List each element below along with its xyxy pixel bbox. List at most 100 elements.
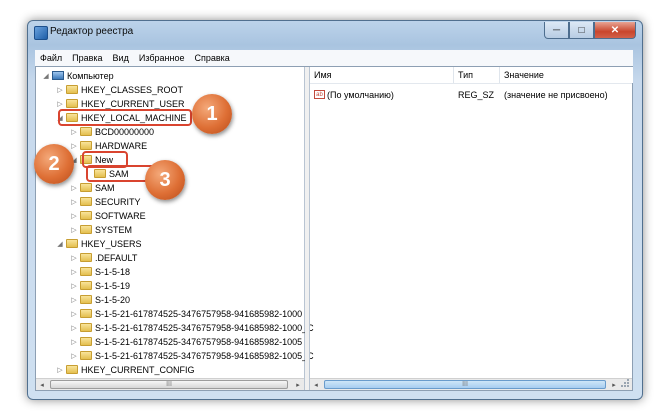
- tree-item-sam[interactable]: ▷ SAM: [70, 181, 115, 194]
- folder-icon: [80, 211, 92, 220]
- tree-item-label: SECURITY: [95, 196, 141, 207]
- folder-icon: [80, 183, 92, 192]
- collapse-arrow-icon[interactable]: ◢: [42, 72, 50, 80]
- tree-item-label: SAM: [95, 182, 115, 193]
- value-data: (значение не присвоено): [504, 89, 608, 100]
- tree-item-label: S-1-5-19: [95, 280, 131, 291]
- tree-item-label: S-1-5-21-617874525-3476757958-941685982-…: [95, 350, 314, 361]
- expand-arrow-icon[interactable]: ▷: [56, 100, 64, 108]
- scroll-left-icon[interactable]: ◂: [310, 379, 322, 390]
- registry-editor-window: Редактор реестра ─ □ ✕ Файл Правка Вид И…: [27, 20, 643, 400]
- highlight-hklm: [58, 109, 192, 126]
- title-bar[interactable]: Редактор реестра ─ □ ✕: [28, 21, 642, 43]
- tree-item-s1000c[interactable]: ▷ S-1-5-21-617874525-3476757958-94168598…: [70, 321, 314, 334]
- folder-icon: [80, 253, 92, 262]
- tree-item-bcd[interactable]: ▷ BCD00000000: [70, 125, 154, 138]
- folder-icon: [80, 337, 92, 346]
- folder-icon: [66, 99, 78, 108]
- folder-icon: [80, 295, 92, 304]
- expand-arrow-icon[interactable]: ▷: [70, 184, 78, 192]
- tree-item-s20[interactable]: ▷ S-1-5-20: [70, 293, 130, 306]
- tree-scroll-thumb[interactable]: III: [50, 380, 288, 389]
- callout-3: 3: [145, 160, 185, 200]
- tree-horizontal-scrollbar[interactable]: ◂ III ▸: [36, 378, 304, 390]
- window-controls: ─ □ ✕: [544, 22, 636, 40]
- tree-item-system[interactable]: ▷ SYSTEM: [70, 223, 132, 236]
- scroll-right-icon[interactable]: ▸: [292, 379, 304, 390]
- expand-arrow-icon[interactable]: ▷: [70, 212, 78, 220]
- column-header-name[interactable]: Имя: [310, 67, 454, 83]
- expand-arrow-icon[interactable]: ▷: [70, 128, 78, 136]
- tree-item-s19[interactable]: ▷ S-1-5-19: [70, 279, 130, 292]
- scroll-left-icon[interactable]: ◂: [36, 379, 48, 390]
- registry-editor-icon: [34, 26, 48, 40]
- registry-tree: ◢ Компьютер ▷ HKEY_CLASSES_ROOT ▷ HKEY_C…: [36, 67, 314, 390]
- computer-icon: [52, 71, 64, 80]
- close-button[interactable]: ✕: [594, 22, 636, 39]
- expand-arrow-icon[interactable]: ▷: [70, 198, 78, 206]
- expand-arrow-icon[interactable]: ▷: [70, 324, 78, 332]
- collapse-arrow-icon[interactable]: ◢: [56, 240, 64, 248]
- menu-favorites[interactable]: Избранное: [134, 53, 190, 63]
- scroll-right-icon[interactable]: ▸: [608, 379, 620, 390]
- expand-arrow-icon[interactable]: ▷: [70, 268, 78, 276]
- callout-1: 1: [192, 94, 232, 134]
- tree-item-label: SOFTWARE: [95, 210, 146, 221]
- column-header-value[interactable]: Значение: [500, 67, 633, 83]
- value-type: REG_SZ: [458, 89, 495, 100]
- value-name: (По умолчанию): [327, 89, 394, 100]
- column-headers: Имя Тип Значение: [310, 67, 633, 84]
- tree-item-default[interactable]: ▷ .DEFAULT: [70, 251, 137, 264]
- expand-arrow-icon[interactable]: ▷: [70, 310, 78, 318]
- minimize-button[interactable]: ─: [544, 22, 569, 39]
- menu-bar: Файл Правка Вид Избранное Справка: [35, 50, 633, 66]
- expand-arrow-icon[interactable]: ▷: [70, 296, 78, 304]
- string-value-icon: ab: [314, 90, 325, 99]
- menu-view[interactable]: Вид: [108, 53, 134, 63]
- tree-item-label: Компьютер: [67, 70, 114, 81]
- expand-arrow-icon[interactable]: ▷: [70, 352, 78, 360]
- column-header-type[interactable]: Тип: [454, 67, 500, 83]
- tree-item-computer[interactable]: ◢ Компьютер: [42, 69, 114, 82]
- tree-item-label: .DEFAULT: [95, 252, 138, 263]
- tree-item-s1000[interactable]: ▷ S-1-5-21-617874525-3476757958-94168598…: [70, 307, 302, 320]
- callout-2: 2: [34, 144, 74, 184]
- tree-item-s1005[interactable]: ▷ S-1-5-21-617874525-3476757958-94168598…: [70, 335, 302, 348]
- tree-item-label: HARDWARE: [95, 140, 148, 151]
- menu-edit[interactable]: Правка: [67, 53, 107, 63]
- expand-arrow-icon[interactable]: ▷: [56, 366, 64, 374]
- tree-item-hkcr[interactable]: ▷ HKEY_CLASSES_ROOT: [56, 83, 183, 96]
- folder-icon: [80, 127, 92, 136]
- tree-item-label: SYSTEM: [95, 224, 133, 235]
- tree-item-label: S-1-5-18: [95, 266, 131, 277]
- menu-file[interactable]: Файл: [35, 53, 67, 63]
- folder-icon: [66, 85, 78, 94]
- expand-arrow-icon[interactable]: ▷: [70, 254, 78, 262]
- tree-item-s18[interactable]: ▷ S-1-5-18: [70, 265, 130, 278]
- maximize-button[interactable]: □: [569, 22, 594, 39]
- list-horizontal-scrollbar[interactable]: ◂ III ▸: [310, 378, 632, 390]
- tree-item-hku[interactable]: ◢ HKEY_USERS: [56, 237, 141, 250]
- folder-icon: [66, 239, 78, 248]
- tree-item-label: BCD00000000: [95, 126, 155, 137]
- menu-help[interactable]: Справка: [189, 53, 234, 63]
- folder-icon: [80, 225, 92, 234]
- tree-item-software[interactable]: ▷ SOFTWARE: [70, 209, 146, 222]
- expand-arrow-icon[interactable]: ▷: [56, 86, 64, 94]
- folder-icon: [80, 309, 92, 318]
- list-row-default[interactable]: ab (По умолчанию): [314, 88, 394, 101]
- list-scroll-thumb[interactable]: III: [324, 380, 606, 389]
- tree-item-label: HKEY_CURRENT_USER: [81, 98, 185, 109]
- expand-arrow-icon[interactable]: ▷: [70, 226, 78, 234]
- expand-arrow-icon[interactable]: ▷: [70, 282, 78, 290]
- resize-grip-icon[interactable]: [620, 378, 630, 388]
- tree-item-label: S-1-5-21-617874525-3476757958-941685982-…: [95, 322, 314, 333]
- tree-item-hkcc[interactable]: ▷ HKEY_CURRENT_CONFIG: [56, 363, 195, 376]
- expand-arrow-icon[interactable]: ▷: [70, 142, 78, 150]
- tree-item-label: HKEY_CURRENT_CONFIG: [81, 364, 195, 375]
- folder-icon: [66, 365, 78, 374]
- tree-item-s1005c[interactable]: ▷ S-1-5-21-617874525-3476757958-94168598…: [70, 349, 314, 362]
- expand-arrow-icon[interactable]: ▷: [70, 338, 78, 346]
- tree-item-security[interactable]: ▷ SECURITY: [70, 195, 141, 208]
- window-title: Редактор реестра: [50, 26, 134, 37]
